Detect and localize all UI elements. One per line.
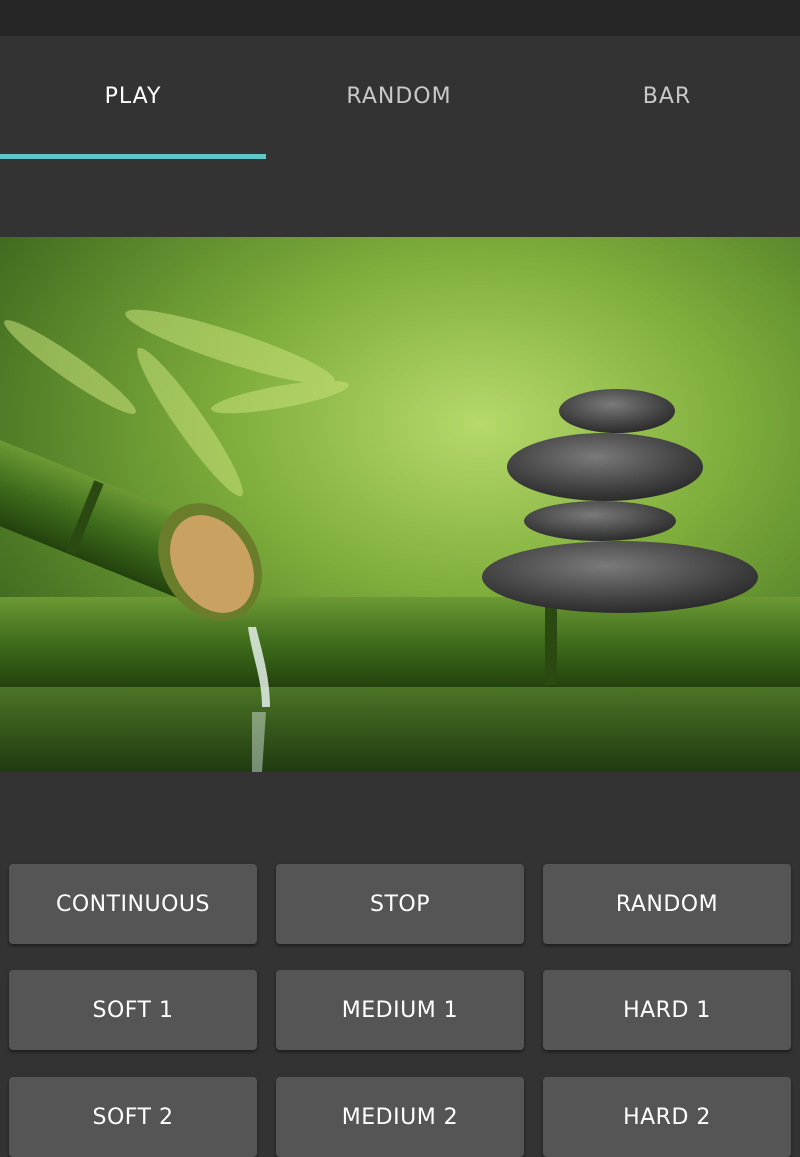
- hard-2-button-label: HARD 2: [623, 1104, 711, 1130]
- tab-random-label: RANDOM: [346, 83, 452, 109]
- tab-random[interactable]: RANDOM: [266, 36, 532, 156]
- stop-button-label: STOP: [370, 891, 430, 917]
- hard-1-button[interactable]: HARD 1: [543, 970, 791, 1050]
- tab-play[interactable]: PLAY: [0, 36, 266, 156]
- continuous-button-label: CONTINUOUS: [55, 891, 210, 917]
- stop-button[interactable]: STOP: [276, 864, 524, 944]
- medium-1-button-label: MEDIUM 1: [341, 997, 459, 1023]
- tab-bar-label: BAR: [642, 83, 692, 109]
- hard-2-button[interactable]: HARD 2: [543, 1077, 791, 1157]
- status-bar: [0, 0, 800, 36]
- tab-bar: PLAY RANDOM BAR: [0, 36, 800, 160]
- tab-bar-sounds[interactable]: BAR: [534, 36, 800, 156]
- active-tab-indicator: [0, 154, 266, 159]
- soft-2-button[interactable]: SOFT 2: [9, 1077, 257, 1157]
- zen-fountain-illustration: [0, 237, 800, 772]
- soft-1-button-label: SOFT 1: [92, 997, 174, 1023]
- medium-2-button[interactable]: MEDIUM 2: [276, 1077, 524, 1157]
- random-button[interactable]: RANDOM: [543, 864, 791, 944]
- zen-fountain-image: [0, 237, 800, 772]
- soft-1-button[interactable]: SOFT 1: [9, 970, 257, 1050]
- soft-2-button-label: SOFT 2: [92, 1104, 174, 1130]
- continuous-button[interactable]: CONTINUOUS: [9, 864, 257, 944]
- random-button-label: RANDOM: [615, 891, 719, 917]
- medium-2-button-label: MEDIUM 2: [341, 1104, 459, 1130]
- medium-1-button[interactable]: MEDIUM 1: [276, 970, 524, 1050]
- tab-play-label: PLAY: [104, 83, 162, 109]
- hard-1-button-label: HARD 1: [623, 997, 711, 1023]
